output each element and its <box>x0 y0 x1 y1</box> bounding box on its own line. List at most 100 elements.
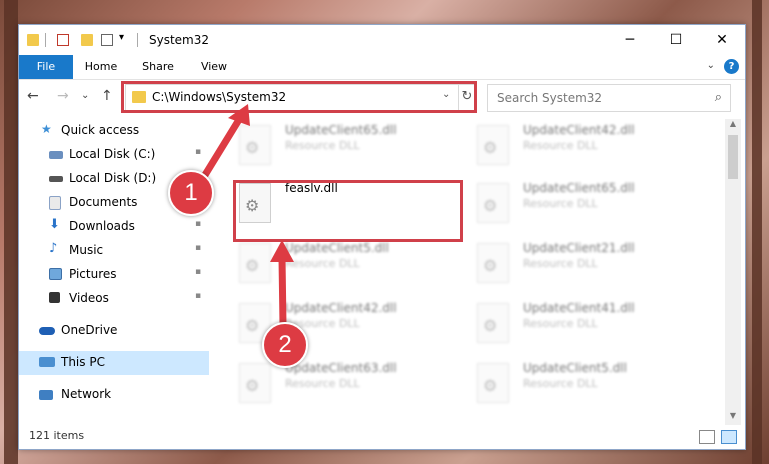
file-item[interactable]: ⚙ UpdateClient5.dll Resource DLL <box>229 237 457 293</box>
dll-file-icon: ⚙ <box>239 363 271 403</box>
sidebar-item-label: Music <box>69 243 104 257</box>
back-button[interactable]: ← <box>27 88 39 104</box>
file-description: Resource DLL <box>523 197 598 210</box>
sidebar-item-onedrive[interactable]: OneDrive <box>19 319 209 343</box>
pin-icon: ▪ <box>195 219 202 229</box>
file-name: UpdateClient41.dll <box>523 301 635 315</box>
sidebar-item-quick-access[interactable]: ★ Quick access <box>19 119 209 143</box>
file-name: UpdateClient63.dll <box>285 361 397 375</box>
sidebar-item-pictures[interactable]: Pictures ▪ <box>19 263 209 287</box>
gear-icon: ⚙ <box>483 376 498 395</box>
file-item[interactable]: ⚙ UpdateClient42.dll Resource DLL <box>467 119 695 175</box>
divider <box>137 33 138 47</box>
sidebar-item-label: OneDrive <box>61 323 118 337</box>
sidebar-item-label: Documents <box>69 195 138 209</box>
file-item[interactable]: ⚙ UpdateClient63.dll Resource DLL <box>229 357 457 413</box>
file-item[interactable]: ⚙ UpdateClient41.dll Resource DLL <box>467 297 695 353</box>
file-name: UpdateClient42.dll <box>523 123 635 137</box>
quick-access-toolbar-icon[interactable] <box>101 34 113 46</box>
collapse-ribbon-icon[interactable]: ⌄ <box>707 60 715 71</box>
properties-icon[interactable] <box>57 34 69 46</box>
new-folder-icon[interactable] <box>81 34 93 46</box>
drive-icon <box>49 151 63 159</box>
tab-share[interactable]: Share <box>133 55 183 79</box>
background-trunk <box>752 0 762 464</box>
pictures-icon <box>49 268 62 280</box>
pin-icon: ▪ <box>195 147 202 157</box>
title-bar: ▾ System32 ─ ☐ ✕ <box>19 25 745 55</box>
scroll-down-icon[interactable]: ▼ <box>725 411 741 425</box>
details-view-icon[interactable] <box>699 430 715 444</box>
file-name: UpdateClient65.dll <box>523 181 635 195</box>
file-name: UpdateClient5.dll <box>523 361 627 375</box>
sidebar-item-videos[interactable]: Videos ▪ <box>19 287 209 311</box>
computer-icon <box>39 357 55 367</box>
dll-file-icon: ⚙ <box>239 125 271 165</box>
pin-icon: ▪ <box>195 267 202 277</box>
item-count: 121 items <box>29 429 85 442</box>
file-name: UpdateClient5.dll <box>285 241 389 255</box>
status-bar: 121 items <box>19 425 745 449</box>
window-title: System32 <box>149 33 210 47</box>
gear-icon: ⚙ <box>483 138 498 157</box>
sidebar-item-downloads[interactable]: ⬇ Downloads ▪ <box>19 215 209 239</box>
sidebar-item-this-pc[interactable]: This PC <box>19 351 209 375</box>
large-icons-view-icon[interactable] <box>721 430 737 444</box>
file-item[interactable]: ⚙ UpdateClient65.dll Resource DLL <box>229 119 457 175</box>
chevron-down-icon[interactable]: ▾ <box>119 32 131 44</box>
file-description: Resource DLL <box>285 139 360 152</box>
file-description: Resource DLL <box>285 257 360 270</box>
gear-icon: ⚙ <box>245 138 260 157</box>
sidebar-item-label: Local Disk (D:) <box>69 171 157 185</box>
star-icon: ★ <box>41 122 52 136</box>
sidebar-item-label: Pictures <box>69 267 117 281</box>
scroll-thumb[interactable] <box>728 135 738 179</box>
search-icon[interactable]: ⌕ <box>715 90 722 105</box>
recent-locations-button[interactable]: ⌄ <box>81 90 89 101</box>
search-input[interactable]: Search System32 <box>497 91 602 105</box>
sidebar-item-network[interactable]: Network <box>19 383 209 407</box>
scroll-up-icon[interactable]: ▲ <box>725 119 741 133</box>
file-description: Resource DLL <box>285 377 360 390</box>
file-item[interactable]: ⚙ UpdateClient65.dll Resource DLL <box>467 177 695 233</box>
help-icon[interactable]: ? <box>724 59 739 74</box>
sidebar-item-label: This PC <box>61 355 105 369</box>
step-badge-1: 1 <box>168 170 214 216</box>
maximize-button[interactable]: ☐ <box>653 25 699 55</box>
tab-view[interactable]: View <box>191 55 237 79</box>
sidebar-item-label: Quick access <box>61 123 140 137</box>
tab-file[interactable]: File <box>19 55 73 79</box>
dll-file-icon: ⚙ <box>477 183 509 223</box>
minimize-button[interactable]: ─ <box>607 25 653 55</box>
dll-file-icon: ⚙ <box>239 243 271 283</box>
file-item[interactable]: ⚙ UpdateClient5.dll Resource DLL <box>467 357 695 413</box>
sidebar-item-music[interactable]: ♪ Music ▪ <box>19 239 209 263</box>
documents-icon <box>49 196 61 210</box>
cloud-icon <box>39 327 55 335</box>
vertical-scrollbar[interactable]: ▲ ▼ <box>725 119 741 425</box>
gear-icon: ⚙ <box>245 316 260 335</box>
forward-button[interactable]: → <box>57 88 69 104</box>
sidebar-item-label: Downloads <box>69 219 135 233</box>
tab-home[interactable]: Home <box>77 55 125 79</box>
file-description: Resource DLL <box>523 257 598 270</box>
file-item[interactable]: ⚙ UpdateClient21.dll Resource DLL <box>467 237 695 293</box>
file-list: ⚙ UpdateClient65.dll Resource DLL ⚙ feas… <box>229 119 725 421</box>
file-highlight-box <box>233 180 463 242</box>
dll-file-icon: ⚙ <box>477 125 509 165</box>
dll-file-icon: ⚙ <box>477 243 509 283</box>
sidebar-item-local-disk-c[interactable]: Local Disk (C:) ▪ <box>19 143 209 167</box>
search-box[interactable]: Search System32 ⌕ <box>487 84 731 112</box>
drive-icon <box>49 176 63 182</box>
ribbon-tabs: File Home Share View ⌄ ? <box>19 55 745 80</box>
up-button[interactable]: ↑ <box>101 88 113 104</box>
gear-icon: ⚙ <box>483 256 498 275</box>
folder-icon <box>27 34 39 46</box>
close-button[interactable]: ✕ <box>699 25 745 55</box>
sidebar-item-label: Local Disk (C:) <box>69 147 156 161</box>
gear-icon: ⚙ <box>483 196 498 215</box>
gear-icon: ⚙ <box>245 376 260 395</box>
downloads-icon: ⬇ <box>49 217 60 232</box>
sidebar-item-label: Network <box>61 387 112 401</box>
file-name: UpdateClient65.dll <box>285 123 397 137</box>
